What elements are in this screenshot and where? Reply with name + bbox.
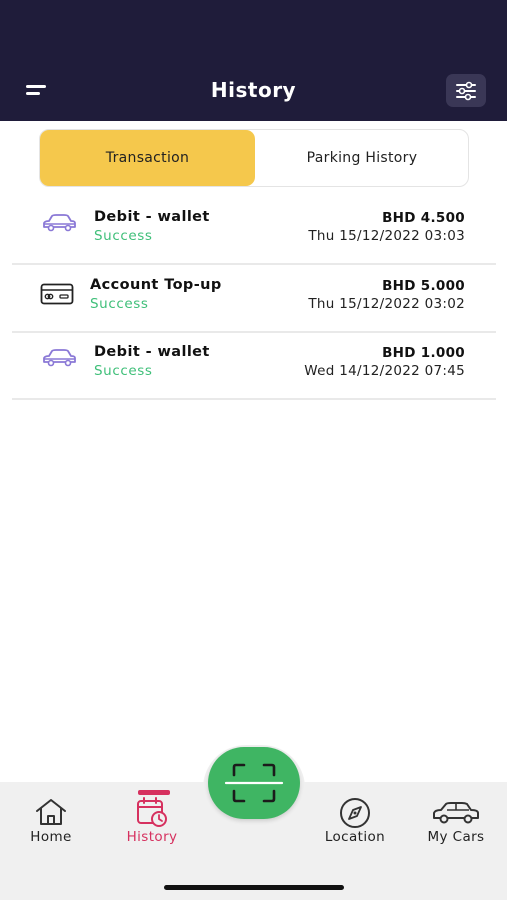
nav-history[interactable]: History <box>118 782 186 872</box>
transaction-status: Success <box>94 363 153 379</box>
scan-button[interactable] <box>208 747 300 819</box>
nav-my-cars[interactable]: My Cars <box>420 782 492 872</box>
home-icon <box>36 799 66 825</box>
active-nav-indicator <box>138 790 170 795</box>
transaction-title: Debit - wallet <box>94 209 210 225</box>
transaction-amount: BHD 1.000 <box>382 345 465 361</box>
home-indicator <box>164 885 344 890</box>
compass-icon <box>340 798 370 828</box>
transaction-amount: BHD 5.000 <box>382 278 465 294</box>
nav-home[interactable]: Home <box>20 782 82 872</box>
scan-icon <box>224 763 284 803</box>
transaction-title: Account Top-up <box>90 277 222 293</box>
history-tabs: Transaction Parking History <box>39 129 469 187</box>
header: History <box>0 0 507 121</box>
nav-my-cars-label: My Cars <box>427 829 485 845</box>
nav-history-label: History <box>126 829 178 845</box>
tab-transaction[interactable]: Transaction <box>40 130 255 186</box>
transaction-row[interactable]: Account Top-up Success BHD 5.000 Thu 15/… <box>12 265 496 333</box>
filter-button[interactable] <box>446 74 486 107</box>
nav-location[interactable]: Location <box>318 782 392 872</box>
transaction-row[interactable]: Debit - wallet Success BHD 4.500 Thu 15/… <box>12 197 496 265</box>
transaction-status: Success <box>94 228 153 244</box>
transaction-date: Wed 14/12/2022 07:45 <box>304 363 465 379</box>
nav-home-label: Home <box>30 829 72 845</box>
nav-location-label: Location <box>324 829 386 845</box>
transaction-amount: BHD 4.500 <box>382 210 465 226</box>
credit-card-icon <box>40 283 74 305</box>
transaction-row[interactable]: Debit - wallet Success BHD 1.000 Wed 14/… <box>12 332 496 400</box>
sliders-filter-icon <box>456 81 476 101</box>
transaction-date: Thu 15/12/2022 03:03 <box>308 228 465 244</box>
transaction-title: Debit - wallet <box>94 344 210 360</box>
transaction-status: Success <box>90 296 149 312</box>
tab-parking-history[interactable]: Parking History <box>255 130 469 186</box>
car-icon <box>43 214 76 232</box>
car-icon <box>433 802 479 824</box>
calendar-clock-icon <box>137 797 167 827</box>
page-title: History <box>210 78 297 102</box>
transaction-date: Thu 15/12/2022 03:02 <box>308 296 465 312</box>
car-icon <box>43 349 76 367</box>
